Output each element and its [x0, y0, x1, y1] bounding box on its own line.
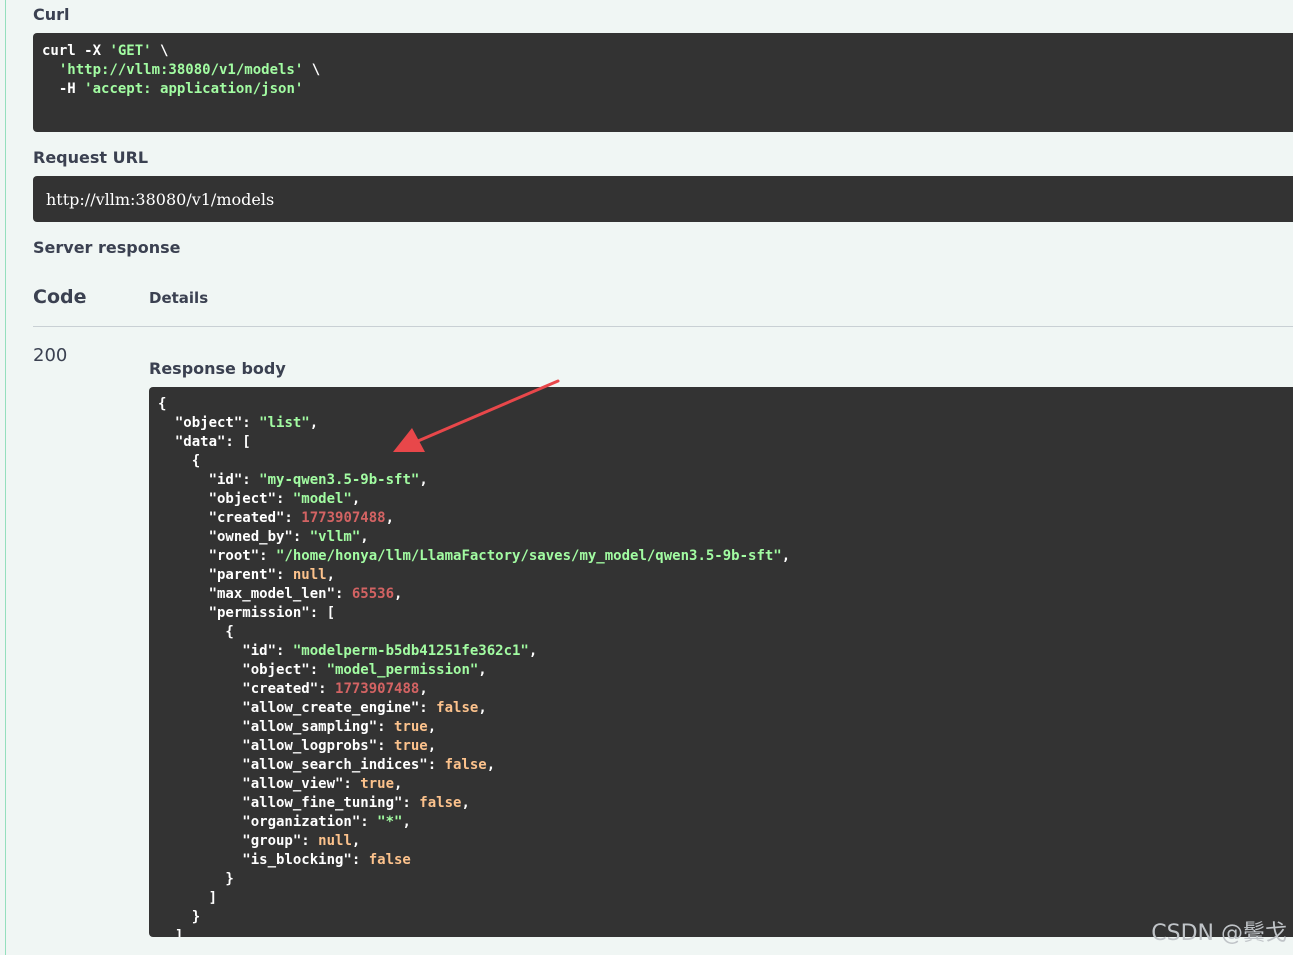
json-value: "my-qwen3.5-9b-sft": [259, 472, 420, 488]
request-url-value[interactable]: http://vllm:38080/v1/models: [33, 176, 1293, 222]
json-value: true: [360, 776, 395, 792]
json-line: ]: [158, 928, 184, 937]
json-line: "max_model_len": 65536,: [158, 586, 403, 602]
json-line: "permission": [: [158, 605, 336, 621]
json-line: "object": "list",: [158, 415, 319, 431]
json-line: "object": "model",: [158, 491, 361, 507]
json-value: true: [394, 738, 428, 754]
json-line: {: [158, 453, 201, 469]
json-value: false: [436, 700, 479, 716]
curl-code-block[interactable]: curl -X 'GET' \ 'http://vllm:38080/v1/mo…: [33, 33, 1293, 132]
json-line: {: [158, 624, 234, 640]
json-value: "vllm": [309, 529, 361, 545]
json-line: "allow_logprobs": true,: [158, 738, 437, 754]
json-line: "allow_search_indices": false,: [158, 757, 496, 773]
curl-label: Curl: [33, 5, 70, 24]
json-line: "parent": null,: [158, 567, 336, 583]
json-value: false: [419, 795, 462, 811]
header-divider: [33, 326, 1293, 327]
json-value: false: [444, 757, 487, 773]
json-value: true: [394, 719, 428, 735]
watermark: CSDN @鬓戈: [1151, 921, 1287, 946]
json-value: null: [318, 833, 352, 849]
server-response-label: Server response: [33, 238, 181, 257]
json-value: "modelperm-b5db41251fe362c1": [292, 643, 529, 659]
json-line: }: [158, 909, 201, 925]
json-line: "object": "model_permission",: [158, 662, 487, 678]
code-column-header: Code: [33, 286, 87, 308]
curl-cmd: curl -X: [42, 43, 110, 59]
json-line: "group": null,: [158, 833, 361, 849]
json-value: "*": [377, 814, 403, 830]
json-line: {: [158, 396, 167, 412]
json-line: "root": "/home/honya/llm/LlamaFactory/sa…: [158, 548, 791, 564]
json-line: "allow_fine_tuning": false,: [158, 795, 470, 811]
response-body-code[interactable]: { "object": "list", "data": [ { "id": "m…: [149, 387, 1293, 937]
response-body-label: Response body: [149, 359, 286, 378]
json-value: "model_permission": [326, 662, 479, 678]
json-line: "data": [: [158, 434, 251, 450]
json-line: "created": 1773907488,: [158, 681, 428, 697]
json-line: "organization": "*",: [158, 814, 411, 830]
json-line: ]: [158, 890, 218, 906]
curl-method: 'GET': [109, 43, 152, 59]
json-value: "/home/honya/llm/LlamaFactory/saves/my_m…: [276, 548, 782, 564]
details-column-header: Details: [149, 289, 209, 307]
json-value: 65536: [351, 586, 395, 602]
operation-accent-line: [5, 0, 6, 955]
curl-header: 'accept: application/json': [84, 81, 304, 97]
json-line: "id": "my-qwen3.5-9b-sft",: [158, 472, 428, 488]
curl-flag: -H: [42, 81, 85, 97]
json-value: 1773907488: [335, 681, 420, 697]
json-value: "list": [259, 415, 310, 431]
status-code: 200: [33, 345, 68, 366]
json-value: false: [368, 852, 411, 868]
json-line: "allow_view": true,: [158, 776, 403, 792]
json-line: "id": "modelperm-b5db41251fe362c1",: [158, 643, 538, 659]
curl-url: 'http://vllm:38080/v1/models': [58, 62, 304, 78]
json-value: "model": [292, 491, 352, 507]
curl-continuation: \: [303, 62, 321, 78]
json-line: "allow_sampling": true,: [158, 719, 437, 735]
request-url-label: Request URL: [33, 148, 149, 167]
curl-continuation: \: [151, 43, 169, 59]
json-line: }: [158, 871, 234, 887]
json-line: "created": 1773907488,: [158, 510, 395, 526]
json-line: "allow_create_engine": false,: [158, 700, 487, 716]
json-line: "owned_by": "vllm",: [158, 529, 369, 545]
json-line: "is_blocking": false: [158, 852, 411, 868]
json-value: null: [292, 567, 327, 583]
json-value: 1773907488: [301, 510, 386, 526]
